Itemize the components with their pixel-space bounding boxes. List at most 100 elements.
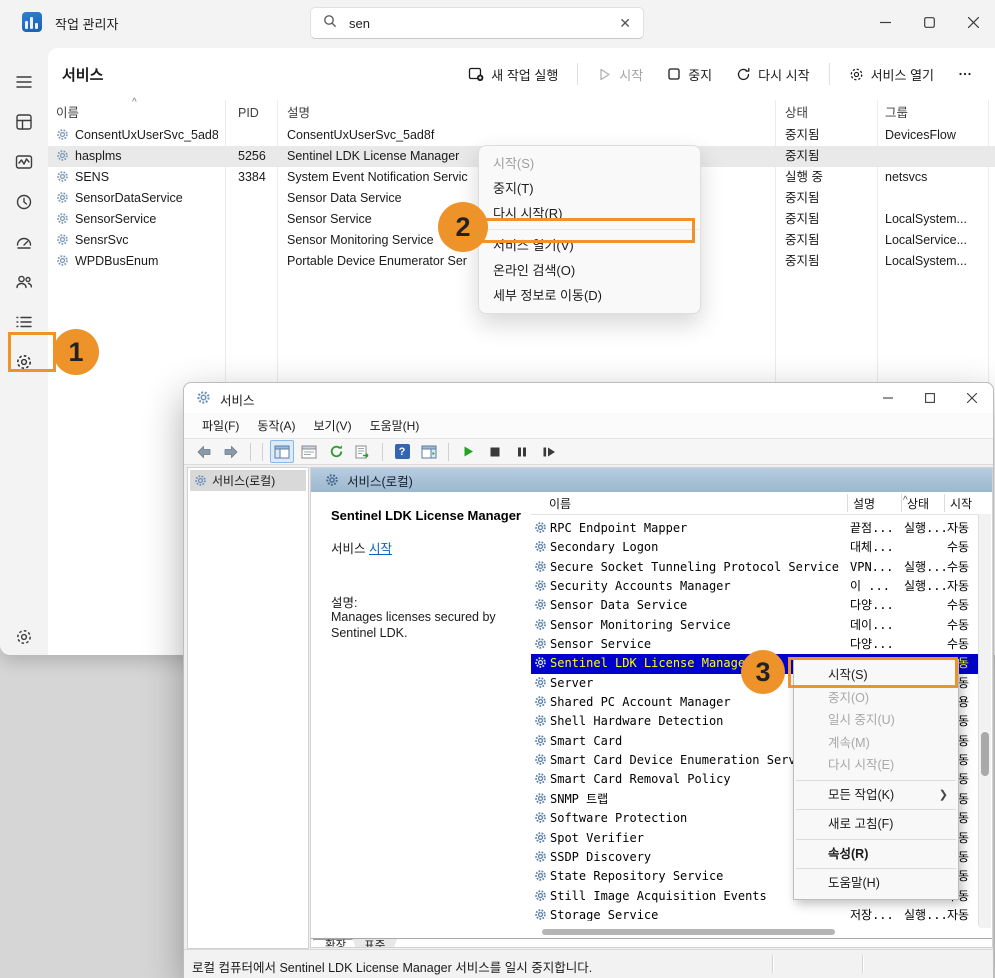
new-task-button[interactable]: 새 작업 실행	[457, 58, 569, 90]
service-row[interactable]: Secondary Logon 대체... 수동	[531, 538, 979, 557]
scrollbar-thumb[interactable]	[542, 929, 835, 935]
sidebar-item-settings[interactable]	[4, 617, 44, 657]
cell-pid: 3384	[238, 167, 278, 188]
start-service-link[interactable]: 시작	[369, 542, 392, 556]
restart-icon	[736, 67, 751, 82]
column-header-name[interactable]: 이름	[56, 103, 218, 124]
back-button[interactable]	[192, 440, 216, 463]
horizontal-scrollbar[interactable]	[531, 926, 979, 938]
sidebar-item-startup-apps[interactable]	[4, 222, 44, 262]
close-button[interactable]	[951, 0, 995, 45]
maximize-button[interactable]	[907, 0, 951, 45]
service-name: Shared PC Account Manager	[550, 695, 731, 709]
table-header-row: 이름 PID 설명 상태 그룹	[48, 103, 995, 127]
mmc-titlebar: 서비스	[184, 383, 993, 413]
annotation-box-1	[8, 332, 56, 372]
restart-service-button[interactable]	[537, 440, 561, 463]
cell-desc: 대체...	[850, 538, 902, 557]
service-row[interactable]: Security Accounts Manager이 ...실행...자동	[531, 577, 979, 596]
cell-name: Storage Service	[534, 906, 867, 921]
pause-service-button[interactable]	[510, 440, 534, 463]
service-row[interactable]: Sensor Monitoring Service데이...수동	[531, 616, 979, 635]
search-box[interactable]: sen ✕	[310, 7, 644, 39]
show-tree-button[interactable]	[270, 440, 294, 463]
cell-startup: 수동	[947, 538, 979, 557]
start-service-button[interactable]	[456, 440, 480, 463]
cell-status: 실행...	[904, 558, 946, 577]
menu-item[interactable]: 중지(T)	[479, 176, 700, 201]
menu-보기(V)[interactable]: 보기(V)	[305, 414, 359, 437]
sidebar-item-processes[interactable]	[4, 102, 44, 142]
sidebar-item-users[interactable]	[4, 262, 44, 302]
cell-status: 실행...	[904, 577, 946, 596]
mmc-close-button[interactable]	[951, 383, 993, 413]
search-clear-icon[interactable]: ✕	[619, 15, 631, 32]
column-header-desc[interactable]: 설명	[287, 103, 767, 124]
menu-item[interactable]: 속성(R)	[794, 843, 958, 866]
properties-window-button[interactable]	[297, 440, 321, 463]
service-row[interactable]: RPC Endpoint Mapper끝점...실행...자동	[531, 519, 979, 538]
services-gear-icon	[194, 474, 207, 487]
service-row[interactable]: Secure Socket Tunneling Protocol Service…	[531, 558, 979, 577]
more-options-button[interactable]	[947, 58, 983, 90]
service-action: 서비스 시작	[331, 538, 392, 557]
stop-button[interactable]: 중지	[656, 58, 723, 90]
tab-확장[interactable]: 확장	[313, 939, 358, 948]
service-name: Secondary Logon	[550, 540, 658, 554]
menu-item[interactable]: 모든 작업(K)❯	[794, 784, 958, 807]
forward-icon	[223, 445, 239, 459]
tree-item-services-local[interactable]: 서비스(로컬)	[190, 470, 306, 491]
list-column-startup[interactable]: 시작	[950, 495, 972, 512]
menu-item[interactable]: 도움말(H)	[794, 872, 958, 895]
forward-button[interactable]	[219, 440, 243, 463]
cell-status: 중지됨	[785, 188, 877, 209]
action-pane-button[interactable]	[417, 440, 441, 463]
open-services-button[interactable]: 서비스 열기	[838, 58, 945, 90]
search-input[interactable]: sen	[349, 16, 619, 31]
scrollbar-thumb[interactable]	[981, 732, 989, 776]
menu-item[interactable]: 세부 정보로 이동(D)	[479, 283, 700, 308]
sidebar-item-menu[interactable]	[4, 62, 44, 102]
sidebar-item-app-history[interactable]	[4, 182, 44, 222]
menu-item: 중지(O)	[794, 687, 958, 710]
mmc-maximize-button[interactable]	[909, 383, 951, 413]
service-row[interactable]: Storage Service저장...실행...자동	[531, 906, 979, 921]
table-row[interactable]: ConsentUxUserSvc_5ad8fConsentUxUserSvc_5…	[48, 125, 995, 146]
cell-status	[904, 635, 946, 654]
menu-item[interactable]: 온라인 검색(O)	[479, 258, 700, 283]
column-header-group[interactable]: 그룹	[885, 103, 989, 124]
help-button[interactable]: ?	[390, 440, 414, 463]
service-row[interactable]: Sensor Data Service다양...수동	[531, 596, 979, 615]
cell-desc: 저장...	[850, 906, 902, 921]
service-name: SNMP 트랩	[550, 792, 608, 806]
vertical-scrollbar[interactable]	[978, 514, 991, 928]
mmc-minimize-button[interactable]	[867, 383, 909, 413]
command-bar: 새 작업 실행 시작중지다시 시작 서비스 열기	[457, 58, 983, 90]
sidebar-item-performance[interactable]	[4, 142, 44, 182]
tab-표준[interactable]: 표준	[352, 939, 397, 948]
refresh-button[interactable]	[324, 440, 348, 463]
cell-desc: VPN...	[850, 558, 902, 577]
details-icon	[14, 312, 34, 332]
service-name: Software Protection	[550, 811, 687, 825]
list-column-desc[interactable]: 설명	[853, 495, 875, 512]
menu-도움말(H)[interactable]: 도움말(H)	[362, 414, 428, 437]
column-header-status[interactable]: 상태	[785, 103, 877, 124]
stop-service-button[interactable]	[483, 440, 507, 463]
restart-button[interactable]: 다시 시작	[725, 58, 820, 90]
extended-view-panel: Sentinel LDK License Manager 서비스 시작 설명: …	[311, 492, 530, 947]
play-button[interactable]: 시작	[586, 58, 654, 90]
annotation-step-2: 2	[438, 202, 488, 252]
service-name: Spot Verifier	[550, 831, 644, 845]
cell-desc: 끝점...	[850, 519, 902, 538]
column-header-pid[interactable]: PID	[238, 103, 278, 124]
export-list-button[interactable]	[351, 440, 375, 463]
column-divider	[847, 494, 848, 512]
list-column-name[interactable]: 이름	[549, 495, 571, 512]
menu-item[interactable]: 새로 고침(F)	[794, 813, 958, 836]
minimize-button[interactable]	[863, 0, 907, 45]
mmc-statusbar: 로컬 컴퓨터에서 Sentinel LDK License Manager 서비…	[184, 949, 993, 978]
list-column-status[interactable]: 상태	[907, 495, 929, 512]
menu-동작(A)[interactable]: 동작(A)	[249, 414, 303, 437]
menu-파일(F)[interactable]: 파일(F)	[194, 414, 247, 437]
